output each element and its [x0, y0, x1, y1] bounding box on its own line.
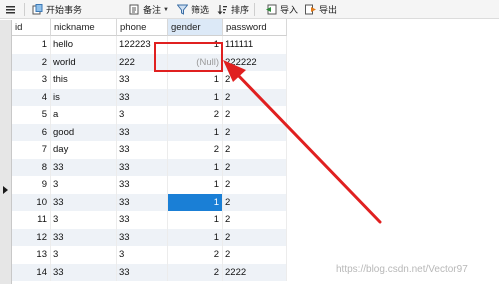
watermark: https://blog.csdn.net/Vector97: [336, 264, 468, 275]
annotation-arrow: [223, 60, 382, 224]
